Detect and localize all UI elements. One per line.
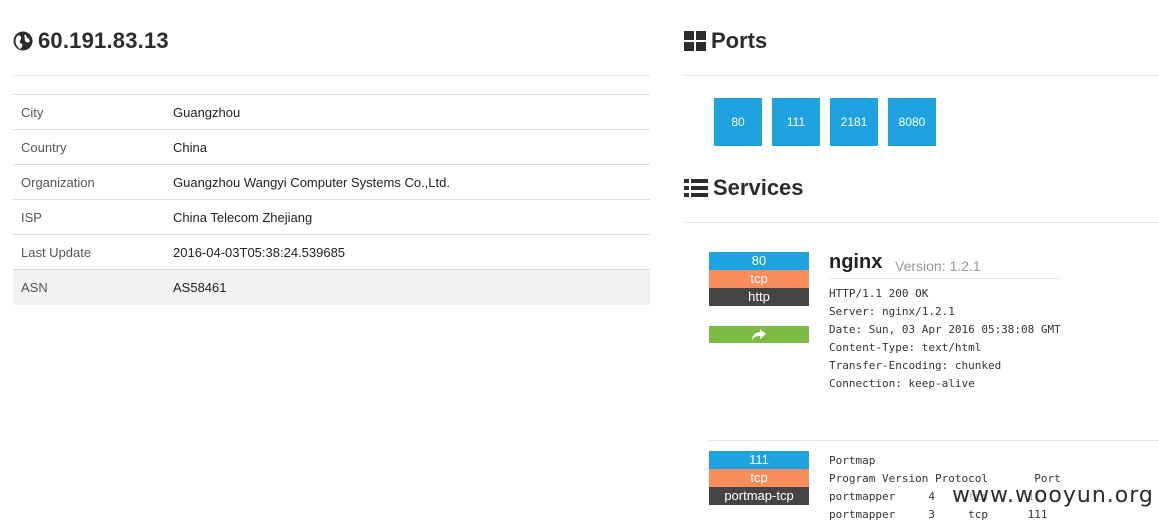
service-version: Version: 1.2.1 bbox=[895, 258, 981, 274]
banner-line: HTTP/1.1 200 OK bbox=[829, 287, 929, 300]
banner-line: Server: nginx/1.2.1 bbox=[829, 305, 955, 318]
divider bbox=[13, 75, 650, 76]
service-module-tag: http bbox=[709, 288, 809, 306]
banner-line: Portmap bbox=[829, 454, 876, 467]
divider bbox=[684, 222, 1159, 223]
service-product: nginx bbox=[829, 251, 883, 273]
service-port-tag: 80 bbox=[709, 252, 809, 270]
row-value: China bbox=[165, 129, 650, 165]
watermark: www.wooyun.org bbox=[952, 483, 1154, 508]
divider bbox=[709, 440, 1159, 441]
row-key: Last Update bbox=[13, 234, 165, 270]
service-protocol-tag: tcp bbox=[709, 270, 809, 288]
service-port-tag: 111 bbox=[709, 451, 809, 469]
port-button-80[interactable]: 80 bbox=[714, 98, 762, 146]
row-value: Guangzhou bbox=[165, 94, 650, 130]
row-value: Guangzhou Wangyi Computer Systems Co.,Lt… bbox=[165, 164, 650, 200]
row-key: Organization bbox=[13, 164, 165, 200]
host-title: 60.191.83.13 bbox=[13, 28, 169, 54]
row-value: AS58461 bbox=[165, 269, 650, 305]
share-icon bbox=[752, 328, 766, 340]
banner-line: portmapper 3 tcp 111 bbox=[829, 508, 1048, 521]
divider bbox=[829, 278, 1061, 279]
host-info-table: City Guangzhou Country China Organizatio… bbox=[13, 94, 650, 305]
port-button-2181[interactable]: 2181 bbox=[830, 98, 878, 146]
ports-title: Ports bbox=[711, 28, 768, 53]
host-page: 60.191.83.13 City Guangzhou Country Chin… bbox=[0, 0, 1159, 524]
grid-icon bbox=[684, 31, 706, 51]
globe-icon bbox=[13, 31, 33, 51]
list-icon bbox=[684, 179, 708, 197]
services-title: Services bbox=[713, 175, 804, 200]
banner-line: Content-Type: text/html bbox=[829, 341, 982, 354]
service-protocol-tag: tcp bbox=[709, 469, 809, 487]
banner-line: Transfer-Encoding: chunked bbox=[829, 359, 1002, 372]
port-button-8080[interactable]: 8080 bbox=[888, 98, 936, 146]
table-row: Last Update 2016-04-03T05:38:24.539685 bbox=[13, 234, 650, 270]
table-row: City Guangzhou bbox=[13, 94, 650, 130]
table-row: ISP China Telecom Zhejiang bbox=[13, 199, 650, 235]
row-value: 2016-04-03T05:38:24.539685 bbox=[165, 234, 650, 270]
row-value: China Telecom Zhejiang bbox=[165, 199, 650, 235]
host-ip: 60.191.83.13 bbox=[38, 28, 169, 53]
open-link-button[interactable] bbox=[709, 326, 809, 343]
banner-line: Connection: keep-alive bbox=[829, 377, 975, 390]
row-key: ASN bbox=[13, 269, 165, 305]
table-row: Country China bbox=[13, 129, 650, 165]
services-heading: Services bbox=[684, 175, 804, 201]
row-key: Country bbox=[13, 129, 165, 165]
table-row: ASN AS58461 bbox=[13, 269, 650, 305]
row-key: City bbox=[13, 94, 165, 130]
divider bbox=[684, 75, 1159, 76]
ports-heading: Ports bbox=[684, 28, 767, 54]
service-module-tag: portmap-tcp bbox=[709, 487, 809, 505]
row-key: ISP bbox=[13, 199, 165, 235]
banner-line: Date: Sun, 03 Apr 2016 05:38:08 GMT bbox=[829, 323, 1061, 336]
table-row: Organization Guangzhou Wangyi Computer S… bbox=[13, 164, 650, 200]
port-button-111[interactable]: 111 bbox=[772, 98, 820, 146]
